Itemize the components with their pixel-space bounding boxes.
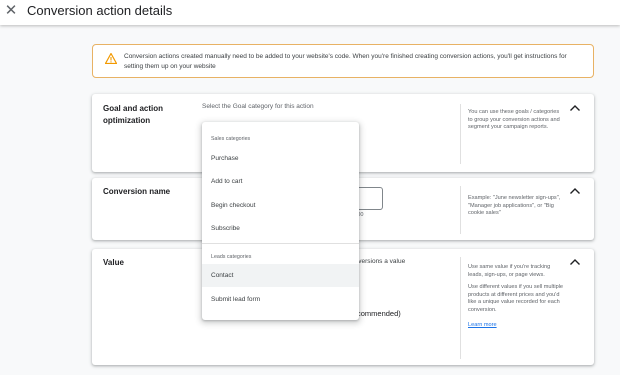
menu-item-begin-checkout[interactable]: Begin checkout	[202, 194, 359, 217]
value-description: onversions a value	[351, 258, 406, 265]
card-divider	[460, 186, 461, 234]
warning-text: Conversion actions created manually need…	[124, 53, 567, 70]
chevron-up-icon[interactable]	[569, 187, 581, 195]
learn-more-link[interactable]: Learn more	[468, 322, 564, 330]
card-divider	[460, 257, 461, 359]
value-help-text-2: Use different values if you sell multipl…	[468, 284, 564, 313]
top-app-bar: ✕ Conversion action details	[0, 0, 620, 25]
menu-item-submit-lead-form[interactable]: Submit lead form	[202, 288, 359, 311]
menu-item-subscribe[interactable]: Subscribe	[202, 217, 359, 240]
warning-banner: Conversion actions created manually need…	[92, 44, 594, 78]
page-title: Conversion action details	[27, 3, 173, 18]
menu-divider	[202, 243, 359, 244]
close-icon: ✕	[4, 2, 18, 19]
close-button[interactable]: ✕	[3, 3, 19, 19]
value-title: Value	[103, 258, 124, 267]
warning-icon	[105, 53, 117, 64]
leads-categories-header: Leads categories	[211, 254, 252, 260]
chevron-up-icon[interactable]	[569, 104, 581, 112]
menu-item-contact[interactable]: Contact	[202, 264, 359, 287]
conversion-name-title: Conversion name	[103, 187, 171, 196]
goal-help-text: You can use these goals / categories to …	[468, 109, 560, 130]
goal-card-title: Goal and action optimization	[103, 104, 164, 125]
value-help: Use same value if you're tracking leads,…	[468, 264, 564, 330]
chevron-up-icon[interactable]	[569, 258, 581, 266]
goal-category-dropdown: Sales categories Purchase Add to cart Be…	[202, 122, 359, 320]
value-help-text-1: Use same value if you're tracking leads,…	[468, 264, 551, 278]
card-divider	[460, 104, 461, 164]
sales-categories-header: Sales categories	[211, 136, 251, 142]
menu-item-purchase[interactable]: Purchase	[202, 147, 359, 170]
name-help-text: Example: "June newsletter sign-ups", "Ma…	[468, 195, 561, 216]
menu-item-add-to-cart[interactable]: Add to cart	[202, 170, 359, 193]
goal-category-prompt: Select the Goal category for this action	[202, 103, 314, 110]
